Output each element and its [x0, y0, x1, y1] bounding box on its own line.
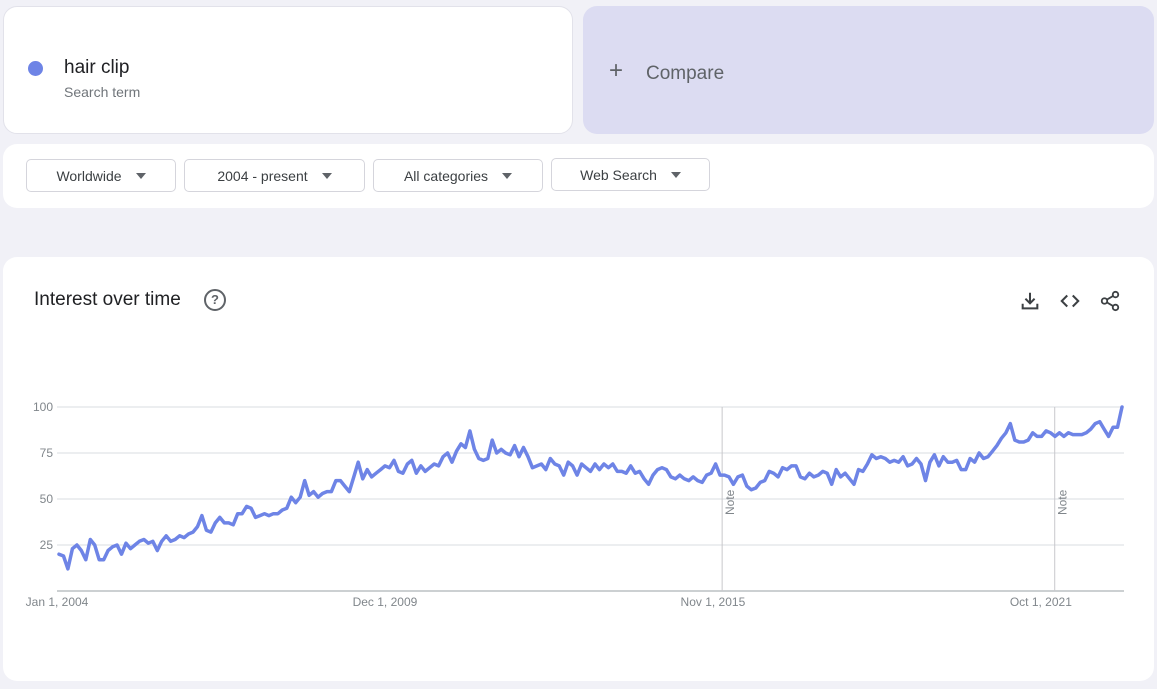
x-tick-label: Nov 1, 2015 — [681, 595, 746, 609]
caret-down-icon — [502, 172, 513, 179]
y-tick-label: 25 — [40, 538, 54, 552]
compare-label: Compare — [646, 63, 725, 84]
region-dropdown[interactable]: Worldwide — [26, 159, 176, 192]
chart-plot: 25 50 75 100 Note Note Jan 1, 2004 Dec 1, 2009 N… — [26, 400, 1124, 609]
plus-icon: + — [609, 57, 624, 84]
y-tick-label: 50 — [40, 492, 54, 506]
search-type-dropdown[interactable]: Web Search — [551, 158, 710, 191]
x-tick-label: Jan 1, 2004 — [26, 595, 89, 609]
search-term-card[interactable]: hair clip Search term — [3, 6, 573, 134]
filter-bar: Worldwide 2004 - present All categories … — [3, 144, 1154, 208]
region-label: Worldwide — [56, 167, 122, 184]
x-tick-label: Oct 1, 2021 — [1010, 595, 1072, 609]
time-range-dropdown[interactable]: 2004 - present — [184, 159, 365, 192]
time-range-label: 2004 - present — [217, 167, 308, 184]
term-color-dot — [28, 61, 43, 76]
note-label: Note — [723, 489, 737, 515]
category-dropdown[interactable]: All categories — [373, 159, 543, 192]
caret-down-icon — [321, 172, 332, 179]
caret-down-icon — [135, 172, 146, 179]
x-tick-label: Dec 1, 2009 — [353, 595, 418, 609]
category-label: All categories — [403, 167, 489, 184]
note-label: Note — [1056, 489, 1070, 515]
search-term-name[interactable]: hair clip — [64, 57, 129, 79]
y-tick-label: 75 — [40, 446, 54, 460]
compare-button[interactable]: + Compare — [583, 6, 1154, 134]
search-term-subtitle: Search term — [64, 84, 141, 100]
caret-down-icon — [670, 171, 681, 178]
y-tick-label: 100 — [33, 400, 53, 414]
search-type-label: Web Search — [580, 166, 657, 183]
interest-over-time-panel: Interest over time ? 25 50 75 100 Note Note Ja… — [3, 257, 1154, 681]
